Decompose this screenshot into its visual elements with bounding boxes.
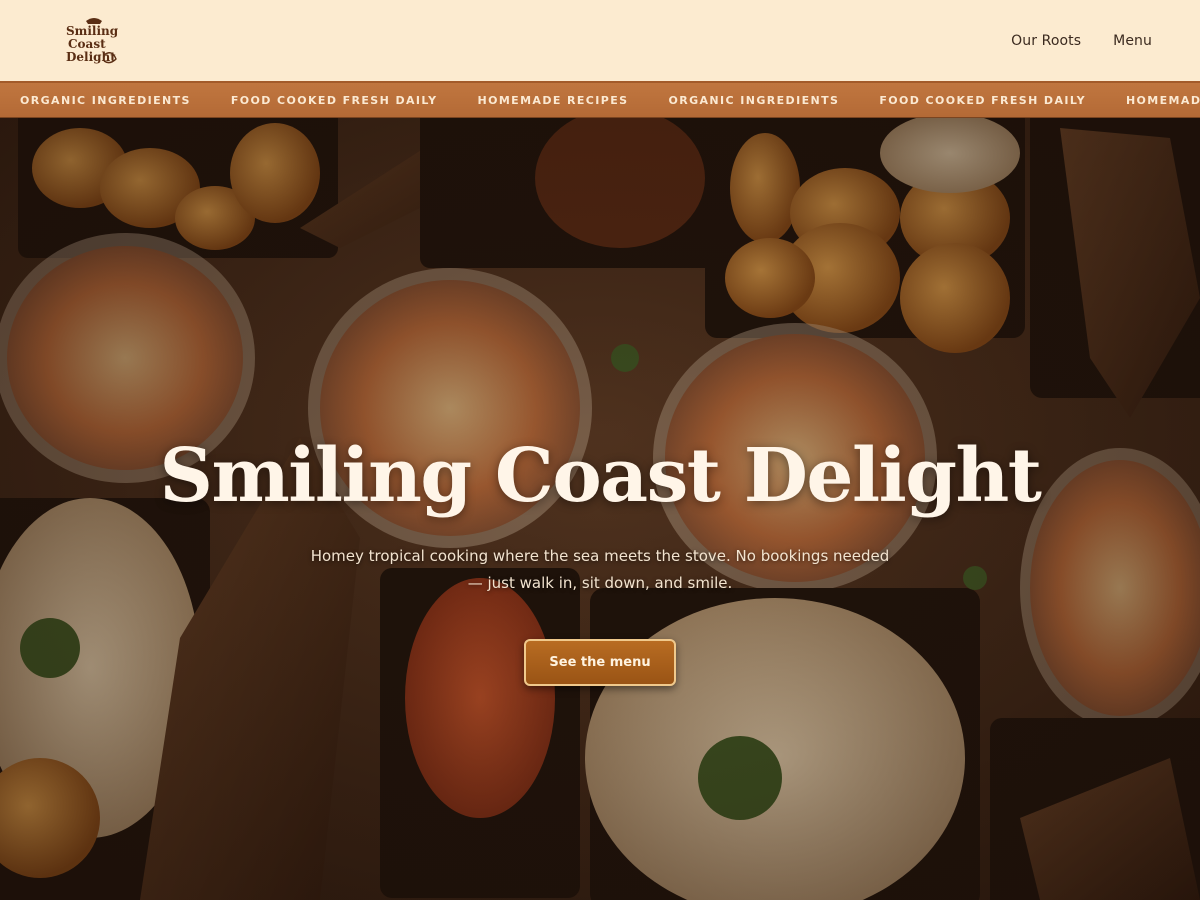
nav-link-menu[interactable]: Menu xyxy=(1113,33,1152,49)
ticker-item: ORGANIC INGREDIENTS xyxy=(668,93,840,107)
hero-content: Smiling Coast Delight Homey tropical coo… xyxy=(0,433,1200,687)
see-menu-button[interactable]: See the menu xyxy=(524,639,676,687)
main-nav: Our Roots Menu xyxy=(1011,33,1152,49)
brand-logo[interactable]: Smiling Coast Delight xyxy=(64,15,124,67)
hero-section: Smiling Coast Delight Homey tropical coo… xyxy=(0,118,1200,900)
logo-word-1: Smiling xyxy=(66,24,119,38)
hero-title: Smiling Coast Delight xyxy=(159,433,1042,519)
nav-link-our-roots[interactable]: Our Roots xyxy=(1011,33,1081,49)
features-ticker: ORGANIC INGREDIENTS FOOD COOKED FRESH DA… xyxy=(0,81,1200,118)
logo-word-2: Coast xyxy=(68,37,106,51)
ticker-item: HOMEMADE RECIPES xyxy=(477,93,629,107)
site-header: Smiling Coast Delight Our Roots Menu xyxy=(0,0,1200,81)
ticker-item: HOMEMADE RECIPES xyxy=(1125,93,1200,107)
ticker-item: FOOD COOKED FRESH DAILY xyxy=(879,93,1086,107)
ticker-item: FOOD COOKED FRESH DAILY xyxy=(230,93,438,107)
ticker-item: ORGANIC INGREDIENTS xyxy=(20,93,191,107)
hero-subtitle: Homey tropical cooking where the sea mee… xyxy=(310,547,890,593)
